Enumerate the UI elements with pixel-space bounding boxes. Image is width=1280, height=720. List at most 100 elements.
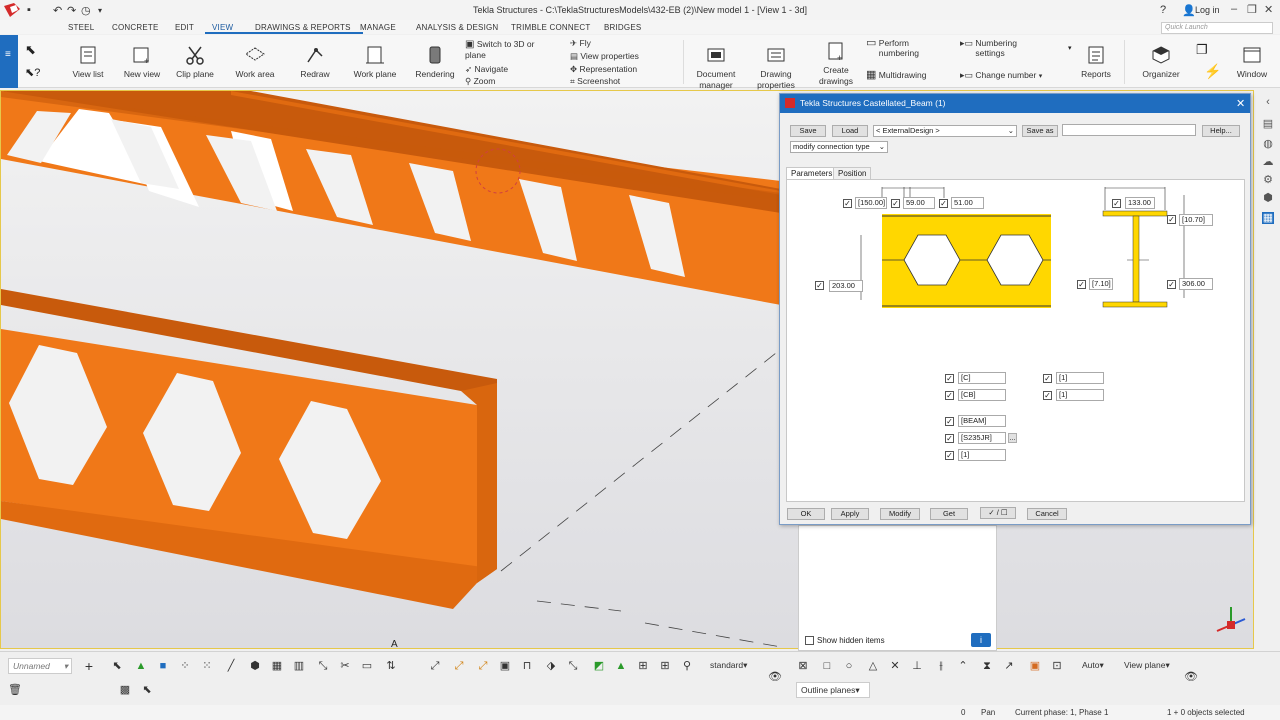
snap-box-icon[interactable]: ⊠ — [796, 659, 810, 673]
start2-input[interactable]: [1] — [1056, 389, 1104, 401]
filter-select[interactable]: Unnamed ▾ — [8, 658, 72, 674]
flange-thickness-input[interactable]: [10.70] — [1179, 214, 1213, 226]
snap-cross-icon[interactable]: ✕ — [888, 659, 902, 673]
redraw-button[interactable]: Redraw — [294, 44, 336, 79]
create-drawings-button[interactable]: + Create drawings — [812, 40, 860, 87]
snap-chevron-icon[interactable]: ⌃ — [956, 659, 970, 673]
beam-depth-input[interactable]: 203.00 — [829, 280, 863, 292]
outline-planes-select[interactable]: Outline planes▾ — [796, 682, 870, 698]
select-weld-icon[interactable]: ⤡ — [316, 659, 330, 673]
restore-icon[interactable]: ❐ — [1247, 3, 1257, 16]
tab-concrete[interactable]: CONCRETE — [112, 23, 159, 32]
snap-circle-icon[interactable]: ○ — [842, 659, 856, 673]
modify-button[interactable]: Modify — [880, 508, 920, 520]
toggle-checkboxes-button[interactable]: ✓ / ☐ — [980, 507, 1016, 519]
settings-icon[interactable]: ⚙ — [1262, 174, 1274, 186]
copy-icon[interactable]: ❐ — [1196, 42, 1208, 58]
tab-steel[interactable]: STEEL — [68, 23, 94, 32]
plane-select[interactable]: Auto▾ — [1078, 658, 1114, 674]
quick-launch-input[interactable]: Quick Launch — [1161, 22, 1273, 34]
start2-checkbox[interactable]: ✓ — [1043, 391, 1052, 400]
web-thickness-input[interactable]: [7.10] — [1089, 278, 1113, 290]
start1-checkbox[interactable]: ✓ — [1043, 374, 1052, 383]
select-reference-icon[interactable]: ⤢ — [476, 659, 490, 673]
prefix1-checkbox[interactable]: ✓ — [945, 374, 954, 383]
add-icon[interactable]: + — [82, 659, 96, 673]
snap-reference-icon[interactable]: ▣ — [498, 659, 512, 673]
profile-depth-input[interactable]: 306.00 — [1179, 278, 1213, 290]
class-checkbox[interactable]: ✓ — [945, 451, 954, 460]
show-hidden-checkbox[interactable] — [805, 636, 814, 645]
close-icon[interactable]: ✕ — [1264, 3, 1273, 16]
select-tree-icon[interactable]: ▲ — [134, 659, 148, 673]
tab-trimble-connect[interactable]: TRIMBLE CONNECT — [511, 23, 590, 32]
select-tool-icon[interactable]: ⬉ — [25, 42, 36, 58]
drawing-properties-button[interactable]: Drawing properties — [752, 44, 800, 91]
zoom-button[interactable]: ⚲ Zoom — [465, 76, 495, 87]
multidrawing-button[interactable]: ▦ Multidrawing — [866, 68, 927, 81]
save-as-button[interactable]: Save as — [1022, 125, 1058, 137]
web-thickness-checkbox[interactable]: ✓ — [1077, 280, 1086, 289]
flange-width-checkbox[interactable]: ✓ — [1112, 199, 1121, 208]
snap-depth-select[interactable]: standard▾ — [706, 658, 756, 674]
get-button[interactable]: Get — [930, 508, 968, 520]
menu-icon[interactable]: ≡ — [5, 49, 11, 60]
new-view-button[interactable]: + New view — [120, 44, 164, 79]
select-nested-icon[interactable]: ⤢ — [452, 659, 466, 673]
snap-hourglass-icon[interactable]: ⧗ — [980, 659, 994, 673]
select-grid-lines-icon[interactable]: ▦ — [270, 659, 284, 673]
flange-thickness-checkbox[interactable]: ✓ — [1167, 215, 1176, 224]
snap-search-icon[interactable]: ⚲ — [680, 659, 694, 673]
tab-bridges[interactable]: BRIDGES — [604, 23, 641, 32]
hole-width-checkbox[interactable]: ✓ — [891, 199, 900, 208]
prefix1-input[interactable]: [C] — [958, 372, 1006, 384]
select-component-icon[interactable]: ⬢ — [248, 659, 262, 673]
hole-pitch-checkbox[interactable]: ✓ — [843, 199, 852, 208]
load-button[interactable]: Load — [832, 125, 868, 137]
view-plane-select[interactable]: View plane▾ — [1120, 658, 1176, 674]
user-icon[interactable]: 👤 — [1182, 4, 1196, 17]
material-checkbox[interactable]: ✓ — [945, 434, 954, 443]
package-icon[interactable]: ⬢ — [1262, 192, 1274, 204]
profile-depth-checkbox[interactable]: ✓ — [1167, 280, 1176, 289]
window-button[interactable]: Window — [1232, 44, 1272, 79]
globe-icon[interactable]: ◍ — [1262, 138, 1274, 150]
snap-triangle-icon[interactable]: △ — [866, 659, 880, 673]
beam-depth-checkbox[interactable]: ✓ — [815, 281, 824, 290]
tab-analysis-design[interactable]: ANALYSIS & DESIGN — [416, 23, 498, 32]
delete-icon[interactable]: 🗑 — [8, 683, 22, 697]
snap-nearest-icon[interactable]: ⬗ — [544, 659, 558, 673]
minimize-icon[interactable]: – — [1231, 3, 1237, 15]
dialog-close-icon[interactable]: ✕ — [1236, 97, 1245, 110]
snap-perp-icon[interactable]: ⊥ — [910, 659, 924, 673]
numbering-settings-button[interactable]: ▸▭ Numbering settings — [960, 38, 1031, 58]
save-as-input[interactable] — [1062, 124, 1196, 136]
fly-button[interactable]: ✈ Fly — [570, 38, 591, 49]
switch-3d-button[interactable]: ▣ Switch to 3D or plane — [465, 39, 557, 60]
status-phase[interactable]: Current phase: 1, Phase 1 — [1015, 708, 1108, 717]
snap-center-icon[interactable]: ▲ — [614, 659, 628, 673]
document-manager-button[interactable]: Document manager — [690, 44, 742, 91]
tab-view[interactable]: VIEW — [212, 23, 233, 32]
snap-parallel-icon[interactable]: ⫲ — [934, 659, 948, 673]
snap-orange-icon[interactable]: ▣ — [1028, 659, 1042, 673]
flange-width-input[interactable]: 133.00 — [1125, 197, 1155, 209]
side-menu-strip[interactable]: ≡ — [0, 35, 18, 88]
select-arrow-icon[interactable]: ⬉ — [110, 659, 124, 673]
snap-tool-icon[interactable]: ⬉? — [25, 66, 40, 79]
class-input[interactable]: [1] — [958, 449, 1006, 461]
prefix2-input[interactable]: [CB] — [958, 389, 1006, 401]
name-checkbox[interactable]: ✓ — [945, 417, 954, 426]
select-grid-icon[interactable]: ⁙ — [200, 659, 214, 673]
help-icon[interactable]: ? — [1160, 4, 1166, 16]
change-number-button[interactable]: ▸▭ Change number ▾ — [960, 70, 1042, 81]
snap-end-icon[interactable]: ◩ — [592, 659, 606, 673]
material-input[interactable]: [S235JR] — [958, 432, 1006, 444]
representation-button[interactable]: ✥ Representation — [570, 64, 637, 75]
tab-edit[interactable]: EDIT — [175, 23, 194, 32]
work-area-button[interactable]: Work area — [232, 44, 278, 79]
select-view-icon[interactable]: ▭ — [360, 659, 374, 673]
snap-intersect-icon[interactable]: ⊞ — [658, 659, 672, 673]
snap-geometry-icon[interactable]: ⊓ — [520, 659, 534, 673]
hole-end-input[interactable]: 51.00 — [951, 197, 984, 209]
